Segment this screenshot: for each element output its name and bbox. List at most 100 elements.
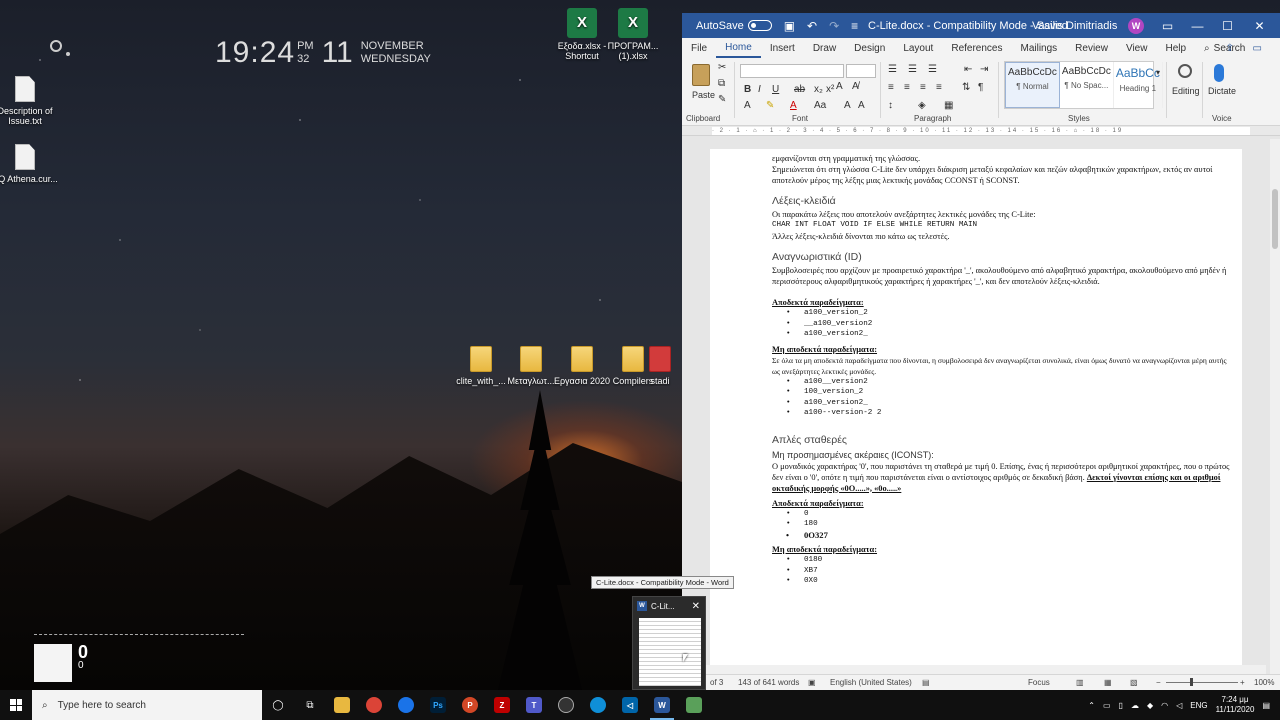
save-icon[interactable]: ▣ bbox=[784, 19, 795, 33]
maximize-button[interactable]: ☐ bbox=[1212, 13, 1243, 38]
highlight-icon[interactable]: ✎ bbox=[766, 100, 774, 111]
styles-more-icon[interactable]: ▾ bbox=[1156, 68, 1160, 77]
show-marks-icon[interactable]: ¶ bbox=[978, 82, 983, 93]
shading-icon[interactable]: ◈ bbox=[918, 100, 926, 111]
tab-layout[interactable]: Layout bbox=[894, 43, 942, 54]
zoom-slider-thumb[interactable] bbox=[1190, 678, 1193, 686]
tray-chevron-icon[interactable]: ⌃ bbox=[1088, 701, 1095, 710]
word-taskbar-button[interactable]: W bbox=[646, 690, 678, 720]
notepad-button[interactable] bbox=[678, 690, 710, 720]
tab-file[interactable]: File bbox=[682, 43, 716, 54]
subscript-icon[interactable]: x₂ bbox=[814, 84, 823, 95]
print-layout-icon[interactable]: ▦ bbox=[1104, 678, 1112, 687]
strikethrough-icon[interactable]: ab bbox=[794, 84, 805, 95]
undo-icon[interactable]: ↶ bbox=[807, 19, 817, 33]
ribbon-display-icon[interactable]: ▭ bbox=[1152, 13, 1183, 38]
align-center-icon[interactable]: ≡ bbox=[904, 82, 910, 93]
change-case-icon[interactable]: Aa bbox=[814, 100, 826, 111]
cut-icon[interactable]: ✂ bbox=[718, 62, 726, 73]
line-spacing-icon[interactable]: ↕ bbox=[888, 100, 893, 111]
web-layout-icon[interactable]: ▧ bbox=[1130, 678, 1138, 687]
cortana-button[interactable]: ◯ bbox=[262, 690, 294, 720]
borders-icon[interactable]: ▦ bbox=[944, 100, 953, 111]
increase-indent-icon[interactable]: ⇥ bbox=[980, 64, 988, 75]
grow-font-size-icon[interactable]: A bbox=[844, 100, 851, 111]
microphone-icon[interactable] bbox=[1214, 64, 1224, 82]
desktop-icon-stadi[interactable]: stadi bbox=[638, 346, 682, 386]
dictate-button[interactable]: Dictate bbox=[1208, 86, 1236, 96]
share-icon[interactable]: ⇪ bbox=[1226, 43, 1234, 54]
chrome-button[interactable] bbox=[358, 690, 390, 720]
vscode-button[interactable]: ◁ bbox=[614, 690, 646, 720]
mail-button[interactable] bbox=[390, 690, 422, 720]
zoom-slider[interactable] bbox=[1166, 682, 1238, 683]
teams-button[interactable]: T bbox=[518, 690, 550, 720]
tab-home[interactable]: Home bbox=[716, 38, 761, 58]
copy-icon[interactable]: ⧉ bbox=[718, 78, 725, 89]
paste-icon[interactable] bbox=[692, 64, 710, 86]
autosave-toggle[interactable] bbox=[747, 20, 772, 31]
paste-button[interactable]: Paste bbox=[692, 90, 715, 100]
photoshop-button[interactable]: Ps bbox=[422, 690, 454, 720]
powerpoint-button[interactable]: P bbox=[454, 690, 486, 720]
taskbar-clock[interactable]: 7:24 μμ 11/11/2020 bbox=[1216, 695, 1255, 715]
input-language[interactable]: ENG bbox=[1190, 701, 1207, 710]
word-count[interactable]: 143 of 641 words bbox=[738, 678, 799, 687]
tab-draw[interactable]: Draw bbox=[804, 43, 845, 54]
task-view-button[interactable]: ⧉ bbox=[294, 690, 326, 720]
vertical-scrollbar-thumb[interactable] bbox=[1272, 189, 1278, 249]
taskbar-thumbnail[interactable]: W C-Lit... ✕ bbox=[632, 596, 706, 690]
justify-icon[interactable]: ≡ bbox=[936, 82, 942, 93]
tab-view[interactable]: View bbox=[1117, 43, 1157, 54]
tab-mailings[interactable]: Mailings bbox=[1011, 43, 1066, 54]
tab-review[interactable]: Review bbox=[1066, 43, 1117, 54]
autosave-control[interactable]: AutoSave bbox=[696, 20, 772, 32]
edge-button[interactable] bbox=[582, 690, 614, 720]
underline-icon[interactable]: U bbox=[772, 84, 779, 95]
sort-icon[interactable]: ⇅ bbox=[962, 82, 970, 93]
multilevel-list-icon[interactable]: ☰ bbox=[928, 64, 937, 75]
italic-icon[interactable]: I bbox=[758, 84, 761, 95]
find-icon[interactable] bbox=[1178, 64, 1192, 78]
tab-design[interactable]: Design bbox=[845, 43, 894, 54]
desktop-icon-programma-xlsx[interactable]: X ΠΡΟΓΡΑΜ... (1).xlsx bbox=[598, 8, 668, 61]
font-color-icon[interactable]: A bbox=[790, 100, 797, 111]
volume-icon[interactable]: ◁ bbox=[1176, 701, 1182, 710]
horizontal-ruler[interactable]: · 2 · 1 · ⌂ · 1 · 2 · 3 · 4 · 5 · 6 · 7 … bbox=[682, 126, 1280, 136]
thumbnail-preview[interactable] bbox=[639, 618, 701, 686]
tab-references[interactable]: References bbox=[942, 43, 1011, 54]
notifications-icon[interactable]: ▤ bbox=[1262, 701, 1270, 710]
zoom-in-icon[interactable]: + bbox=[1240, 678, 1245, 687]
style-normal[interactable]: AaBbCcDc ¶ Normal bbox=[1005, 62, 1060, 108]
align-left-icon[interactable]: ≡ bbox=[888, 82, 894, 93]
format-painter-icon[interactable]: ✎ bbox=[718, 94, 726, 105]
style-no-spacing[interactable]: AaBbCcDc ¶ No Spac... bbox=[1060, 62, 1114, 108]
proofing-icon[interactable]: ▣ bbox=[808, 678, 816, 687]
start-button[interactable] bbox=[0, 690, 32, 720]
superscript-icon[interactable]: x² bbox=[826, 84, 834, 95]
document-page[interactable]: εμφανίζονται στη γραμματική της γλώσσας.… bbox=[710, 149, 1242, 679]
network-tray-icon[interactable]: ▭ bbox=[1103, 701, 1111, 710]
shrink-font-size-icon[interactable]: A bbox=[858, 100, 865, 111]
taskbar-search[interactable]: ⌕ Type here to search bbox=[32, 690, 262, 720]
zoom-out-icon[interactable]: − bbox=[1156, 678, 1161, 687]
file-explorer-button[interactable] bbox=[326, 690, 358, 720]
cloud-icon[interactable]: ☁ bbox=[1131, 701, 1139, 710]
accessibility-icon[interactable]: ▤ bbox=[922, 678, 930, 687]
text-effects-icon[interactable]: A bbox=[744, 100, 751, 111]
language-status[interactable]: English (United States) bbox=[830, 678, 912, 687]
minimize-button[interactable]: — bbox=[1182, 13, 1213, 38]
redo-icon[interactable]: ↷ bbox=[829, 19, 839, 33]
focus-button[interactable]: Focus bbox=[1028, 678, 1050, 687]
page-count[interactable]: of 3 bbox=[710, 678, 723, 687]
align-right-icon[interactable]: ≡ bbox=[920, 82, 926, 93]
customize-toolbar-icon[interactable]: ≡ bbox=[851, 19, 858, 33]
font-size-field[interactable] bbox=[846, 64, 876, 78]
zoom-level[interactable]: 100% bbox=[1254, 678, 1274, 687]
bold-icon[interactable]: B bbox=[744, 84, 751, 95]
desktop-icon-sq-athena[interactable]: SQ Athena.cur... bbox=[0, 144, 60, 184]
desktop-icon-description[interactable]: Description of Issue.txt bbox=[0, 76, 60, 126]
tab-help[interactable]: Help bbox=[1156, 43, 1195, 54]
read-mode-icon[interactable]: ▥ bbox=[1076, 678, 1084, 687]
user-name[interactable]: Vasilis Dimitriadis bbox=[1032, 20, 1117, 32]
